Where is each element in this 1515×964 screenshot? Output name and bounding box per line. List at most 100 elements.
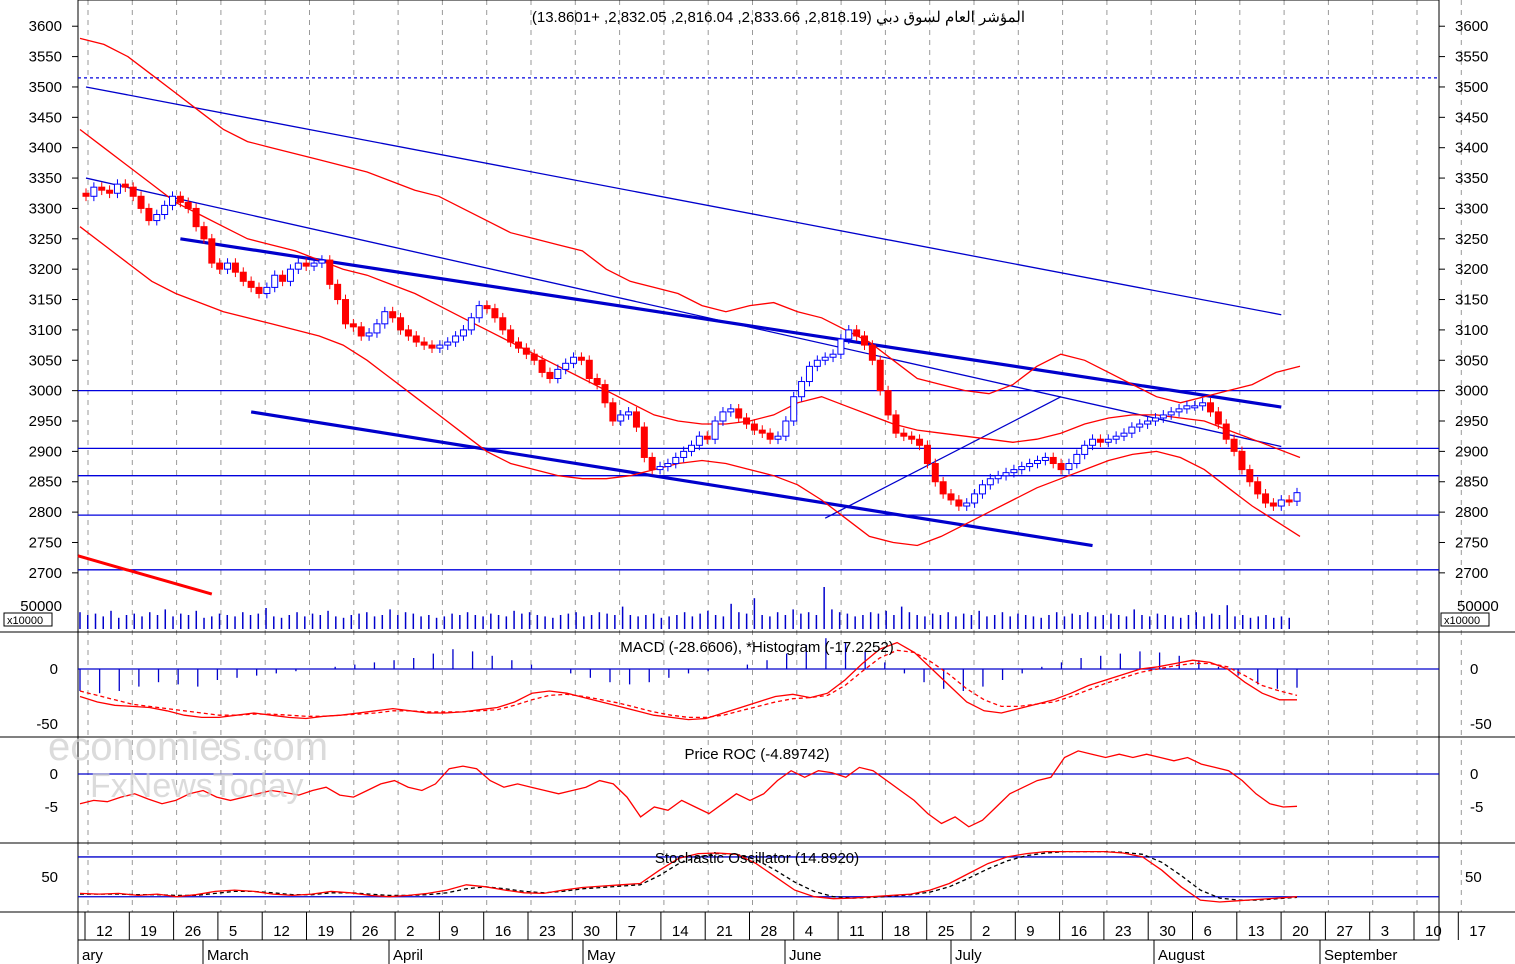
candle-body xyxy=(428,344,436,349)
candle-body xyxy=(782,420,790,437)
x-day-label: 25 xyxy=(938,923,955,940)
candle-body xyxy=(271,274,279,288)
candle-body xyxy=(200,226,208,240)
candle-body xyxy=(546,371,554,379)
support-line xyxy=(250,410,1093,548)
candle-body xyxy=(326,259,334,285)
candle-body xyxy=(381,311,389,325)
candle-body xyxy=(247,280,255,288)
candle-body xyxy=(349,323,357,328)
candle-body xyxy=(601,384,609,404)
y-tick-label-left: 3400 xyxy=(29,140,62,157)
candle-body xyxy=(106,189,114,194)
candle-body xyxy=(1151,417,1159,422)
candle-body xyxy=(499,317,507,331)
candle-body xyxy=(113,183,121,194)
candle-body xyxy=(672,456,680,465)
candle-body xyxy=(813,359,821,367)
candle-body xyxy=(963,502,971,507)
x-month-label: March xyxy=(207,947,249,964)
x-day-label: 16 xyxy=(1071,923,1088,940)
candle-body xyxy=(758,429,766,434)
macd-tick-right: -50 xyxy=(1470,716,1492,733)
x-day-label: 4 xyxy=(805,923,813,940)
candle-body xyxy=(1238,450,1246,471)
roc-tick-right: 0 xyxy=(1470,766,1478,783)
candle-body xyxy=(1222,423,1230,440)
candle-body xyxy=(703,435,711,440)
candle-body xyxy=(334,283,342,301)
macd-tick-left: -50 xyxy=(36,716,58,733)
candle-body xyxy=(798,381,806,398)
candle-body xyxy=(727,408,735,413)
x-day-label: 27 xyxy=(1336,923,1353,940)
candle-body xyxy=(137,195,145,209)
candle-body xyxy=(145,207,153,222)
candle-body xyxy=(389,311,397,319)
volume-unit-right: x10000 xyxy=(1444,615,1480,627)
y-tick-label-left: 3500 xyxy=(29,79,62,96)
candle-body xyxy=(192,207,200,228)
x-month-label: July xyxy=(955,947,982,964)
bollinger-bands xyxy=(79,37,1301,547)
horizontal-levels xyxy=(78,77,1439,571)
x-day-label: 17 xyxy=(1469,923,1486,940)
candle-body xyxy=(743,417,751,425)
candle-body xyxy=(868,344,876,361)
y-tick-label-right: 2850 xyxy=(1455,474,1488,491)
y-tick-label-left: 3000 xyxy=(29,383,62,400)
candle-body xyxy=(625,411,633,416)
y-tick-label-right: 3300 xyxy=(1455,200,1488,217)
candle-body xyxy=(459,329,467,337)
candle-body xyxy=(184,201,192,209)
x-month-label: September xyxy=(1324,947,1397,964)
candle-body xyxy=(664,463,672,468)
candle-body xyxy=(861,335,868,346)
x-day-label: 2 xyxy=(982,923,990,940)
candle-body xyxy=(1262,493,1270,504)
candle-body xyxy=(1246,469,1254,483)
y-tick-label-left: 3450 xyxy=(29,109,62,126)
candle-body xyxy=(176,195,184,203)
candle-body xyxy=(640,426,648,458)
x-day-label: 23 xyxy=(539,923,556,940)
macd-tick-left: 0 xyxy=(50,661,58,678)
candle-body xyxy=(1049,456,1057,465)
x-day-label: 26 xyxy=(185,923,202,940)
y-tick-label-right: 3350 xyxy=(1455,170,1488,187)
x-day-label: 7 xyxy=(628,923,636,940)
candle-body xyxy=(169,195,176,206)
candle-body xyxy=(750,423,758,431)
candle-body xyxy=(475,305,483,319)
y-tick-label-right: 3400 xyxy=(1455,140,1488,157)
y-tick-label-right: 3100 xyxy=(1455,322,1488,339)
candle-body xyxy=(286,268,294,282)
candle-body xyxy=(491,308,499,319)
candle-body xyxy=(1041,456,1049,461)
stock-chart: economies.com FxNewsToday المؤشر العام ل… xyxy=(0,0,1515,964)
candle-body xyxy=(711,420,719,440)
x-month-label: April xyxy=(393,947,423,964)
y-tick-label-right: 3250 xyxy=(1455,231,1488,248)
candle-body xyxy=(853,329,861,337)
candle-body xyxy=(1002,472,1010,477)
y-tick-label-right: 2800 xyxy=(1455,504,1488,521)
bollinger-upper xyxy=(79,37,1301,404)
y-tick-label-right: 3150 xyxy=(1455,292,1488,309)
candle-body xyxy=(467,317,475,331)
x-day-label: 18 xyxy=(893,923,910,940)
watermark-economies: economies.com xyxy=(48,725,328,769)
bollinger-mid xyxy=(79,128,1301,459)
candle-body xyxy=(562,362,570,370)
y-tick-label-right: 3200 xyxy=(1455,261,1488,278)
y-tick-label-right: 3450 xyxy=(1455,109,1488,126)
candle-body xyxy=(530,353,538,361)
x-day-label: 30 xyxy=(583,923,600,940)
candle-body xyxy=(1089,438,1097,446)
candle-body xyxy=(994,475,1002,480)
candle-body xyxy=(342,299,349,325)
candle-body xyxy=(931,463,939,483)
y-tick-label-right: 3500 xyxy=(1455,79,1488,96)
candle-body xyxy=(1214,411,1222,425)
candle-body xyxy=(900,432,908,437)
